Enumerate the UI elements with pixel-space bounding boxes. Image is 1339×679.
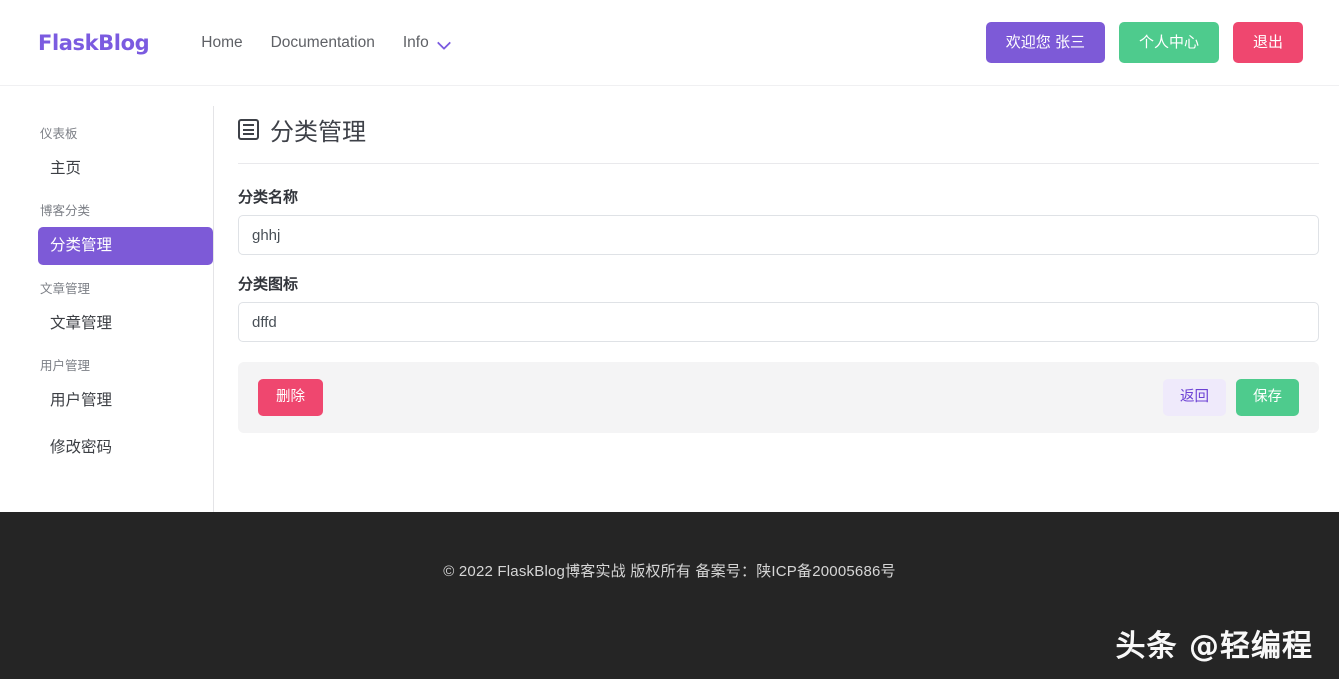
sidebar-item-user-management[interactable]: 用户管理: [38, 382, 213, 419]
chevron-down-icon: [438, 36, 451, 49]
sidebar-item-article-management[interactable]: 文章管理: [38, 305, 213, 342]
field-label-category-name: 分类名称: [238, 186, 1319, 207]
navbar-actions: 欢迎您 张三 个人中心 退出: [986, 22, 1303, 63]
nav-link-documentation[interactable]: Documentation: [257, 28, 389, 58]
sidebar-heading-user: 用户管理: [38, 352, 213, 380]
top-navbar: FlaskBlog Home Documentation Info 欢迎您 张三…: [0, 0, 1339, 86]
brand-logo[interactable]: FlaskBlog: [38, 31, 149, 55]
welcome-user-button[interactable]: 欢迎您 张三: [986, 22, 1105, 63]
page-title-text: 分类管理: [270, 112, 366, 147]
nav-links: Home Documentation Info: [187, 28, 464, 58]
field-category-name: 分类名称: [238, 186, 1319, 255]
sidebar: 仪表板 主页 博客分类 分类管理 文章管理 文章管理 用户管理 用户管理 修改密…: [38, 106, 214, 512]
profile-center-button[interactable]: 个人中心: [1119, 22, 1219, 63]
sidebar-group-user: 用户管理 用户管理 修改密码: [38, 352, 213, 467]
save-button[interactable]: 保存: [1236, 379, 1299, 416]
back-button[interactable]: 返回: [1163, 379, 1226, 416]
page-body: 仪表板 主页 博客分类 分类管理 文章管理 文章管理 用户管理 用户管理 修改密…: [0, 86, 1339, 512]
main-content: 分类管理 分类名称 分类图标 删除 返回 保存: [214, 106, 1319, 512]
sidebar-heading-blog-category: 博客分类: [38, 197, 213, 225]
list-box-icon: [238, 119, 259, 140]
field-category-icon: 分类图标: [238, 273, 1319, 342]
sidebar-group-blog-category: 博客分类 分类管理: [38, 197, 213, 264]
sidebar-heading-article: 文章管理: [38, 275, 213, 303]
form-action-bar: 删除 返回 保存: [238, 362, 1319, 433]
sidebar-item-change-password[interactable]: 修改密码: [38, 429, 213, 466]
nav-link-home[interactable]: Home: [187, 28, 256, 58]
field-label-category-icon: 分类图标: [238, 273, 1319, 294]
form-action-right: 返回 保存: [1163, 379, 1299, 416]
category-icon-input[interactable]: [238, 302, 1319, 342]
logout-button[interactable]: 退出: [1233, 22, 1303, 63]
category-name-input[interactable]: [238, 215, 1319, 255]
nav-link-info-label: Info: [403, 34, 429, 52]
sidebar-item-category-management[interactable]: 分类管理: [38, 227, 213, 264]
sidebar-heading-dashboard: 仪表板: [38, 120, 213, 148]
sidebar-group-article: 文章管理 文章管理: [38, 275, 213, 342]
sidebar-group-dashboard: 仪表板 主页: [38, 120, 213, 187]
delete-button[interactable]: 删除: [258, 379, 323, 416]
sidebar-item-home[interactable]: 主页: [38, 150, 213, 187]
page-title: 分类管理: [238, 106, 1319, 164]
nav-link-info[interactable]: Info: [389, 28, 465, 58]
footer-copyright: © 2022 FlaskBlog博客实战 版权所有 备案号：陕ICP备20005…: [443, 560, 896, 679]
watermark: 头条 @轻编程: [1116, 621, 1313, 665]
